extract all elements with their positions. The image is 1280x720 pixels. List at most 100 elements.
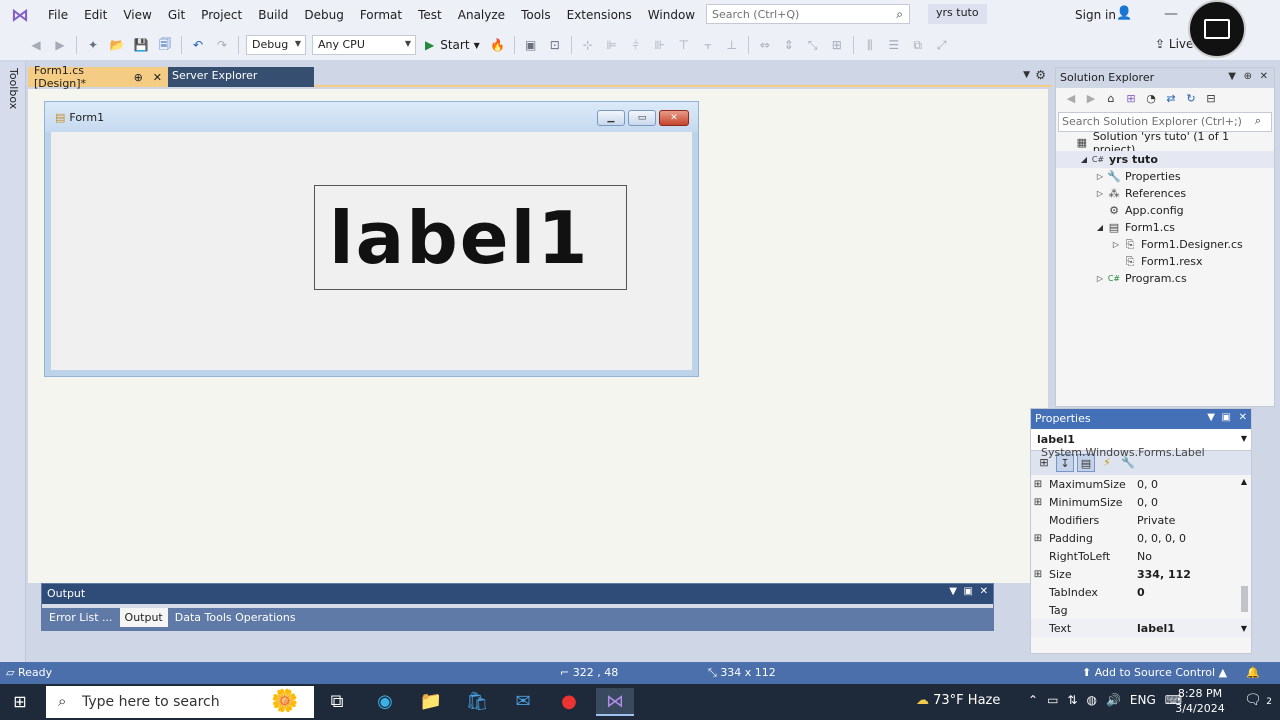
scroll-thumb[interactable] bbox=[1240, 586, 1248, 612]
property-value[interactable]: Private bbox=[1137, 514, 1251, 527]
tree-item[interactable]: ▦ Solution 'yrs tuto' (1 of 1 project) bbox=[1056, 130, 1274, 156]
volume-icon[interactable]: 🔊 bbox=[1106, 693, 1121, 707]
language-indicator[interactable]: ENG bbox=[1130, 693, 1156, 707]
platform-select[interactable]: Any CPU ▼ bbox=[312, 35, 416, 55]
forward-icon[interactable]: ▶ bbox=[1082, 90, 1100, 108]
close-icon[interactable]: ✕ bbox=[1260, 71, 1268, 82]
live-share-button[interactable]: ⇪ Live bbox=[1155, 37, 1193, 51]
switch-views-icon[interactable]: ⊞ bbox=[1122, 90, 1140, 108]
menu-window[interactable]: Window bbox=[640, 0, 703, 30]
expand-toggle-icon[interactable]: ◢ bbox=[1094, 223, 1106, 232]
property-value[interactable]: 334, 112 bbox=[1137, 568, 1251, 581]
notifications-bell-icon[interactable]: 🔔 bbox=[1246, 666, 1260, 679]
back-icon[interactable]: ◀ bbox=[27, 36, 45, 54]
property-value[interactable]: 0, 0 bbox=[1137, 496, 1251, 509]
menu-analyze[interactable]: Analyze bbox=[450, 0, 513, 30]
close-icon[interactable]: ✕ bbox=[980, 586, 988, 597]
expand-icon[interactable]: ⊞ bbox=[1031, 569, 1045, 580]
property-row-righttoleft[interactable]: RightToLeft No bbox=[1031, 547, 1251, 565]
notification-center-icon[interactable]: 🗨 2 bbox=[1244, 692, 1272, 708]
menu-edit[interactable]: Edit bbox=[76, 0, 115, 30]
close-icon[interactable]: ✕ bbox=[153, 71, 162, 84]
property-value[interactable]: 0, 0 bbox=[1137, 478, 1251, 491]
expand-toggle-icon[interactable]: ▷ bbox=[1094, 172, 1106, 181]
expand-icon[interactable]: ⊞ bbox=[1031, 533, 1045, 544]
form1-client-area[interactable]: label1 bbox=[51, 132, 692, 370]
taskbar-search-input[interactable]: ⌕ Type here to search 🌼 bbox=[46, 686, 314, 718]
form-maximize-button[interactable]: ▭ bbox=[628, 110, 656, 126]
form-minimize-button[interactable]: ▁ bbox=[597, 110, 625, 126]
toolbox-strip[interactable]: Toolbox bbox=[0, 62, 26, 662]
chevron-up-icon[interactable]: ⌃ bbox=[1028, 693, 1038, 707]
pending-changes-icon[interactable]: ◔ bbox=[1142, 90, 1160, 108]
visual-studio-icon[interactable]: ⋈ bbox=[0, 0, 40, 30]
object-selector[interactable]: label1 System.Windows.Forms.Label ▼ bbox=[1031, 429, 1251, 459]
usb-icon[interactable]: ⇅ bbox=[1067, 693, 1077, 707]
expand-toggle-icon[interactable]: ▷ bbox=[1094, 189, 1106, 198]
align-right-icon[interactable]: ⊪ bbox=[651, 36, 669, 54]
sign-in-link[interactable]: Sign in bbox=[1075, 8, 1116, 22]
property-value[interactable]: 0, 0, 0, 0 bbox=[1137, 532, 1251, 545]
battery-icon[interactable]: ▭ bbox=[1047, 693, 1058, 707]
start-button[interactable]: ▶ Start ▼ bbox=[425, 38, 480, 52]
menu-format[interactable]: Format bbox=[352, 0, 410, 30]
chevron-down-icon[interactable]: ▼ bbox=[1207, 412, 1215, 423]
store-icon[interactable]: 🛍 bbox=[458, 688, 496, 716]
network-icon[interactable]: ◍ bbox=[1086, 693, 1096, 707]
property-row-modifiers[interactable]: Modifiers Private bbox=[1031, 511, 1251, 529]
align-center-icon[interactable]: ⫩ bbox=[627, 36, 645, 54]
form1-window[interactable]: ▤ Form1 ▁ ▭ ✕ label1 bbox=[44, 101, 699, 377]
mail-icon[interactable]: ✉ bbox=[504, 688, 542, 716]
align-top-icon[interactable]: ⊤ bbox=[675, 36, 693, 54]
add-to-source-control-button[interactable]: ⬆ Add to Source Control ▲ bbox=[1082, 666, 1227, 679]
tree-item[interactable]: ▷ C# Program.cs bbox=[1056, 270, 1274, 287]
align-bottom-icon[interactable]: ⊥ bbox=[723, 36, 741, 54]
tree-item[interactable]: ⚙ App.config bbox=[1056, 202, 1274, 219]
back-icon[interactable]: ◀ bbox=[1062, 90, 1080, 108]
property-row-tabindex[interactable]: TabIndex 0 bbox=[1031, 583, 1251, 601]
windows-start-icon[interactable]: ⊞ bbox=[10, 692, 30, 712]
property-row-maximumsize[interactable]: ⊞ MaximumSize 0, 0 bbox=[1031, 475, 1251, 493]
edge-icon[interactable]: ◉ bbox=[366, 688, 404, 716]
collapse-all-icon[interactable]: ⊟ bbox=[1202, 90, 1220, 108]
expand-toggle-icon[interactable]: ▷ bbox=[1094, 274, 1106, 283]
chevron-down-icon[interactable]: ▼ bbox=[949, 586, 957, 597]
scrollbar[interactable]: ▲ ▼ bbox=[1239, 477, 1249, 647]
expand-icon[interactable]: ⊞ bbox=[1031, 497, 1045, 508]
tab-error-list[interactable]: Error List ... bbox=[44, 608, 118, 627]
align-middle-icon[interactable]: ⫟ bbox=[699, 36, 717, 54]
maximize-icon[interactable]: ▣ bbox=[1222, 412, 1231, 423]
same-height-icon[interactable]: ⇕ bbox=[780, 36, 798, 54]
grid-size-icon[interactable]: ⊞ bbox=[828, 36, 846, 54]
tab-order-icon[interactable]: ⤢ bbox=[933, 36, 951, 54]
same-width-icon[interactable]: ⇔ bbox=[756, 36, 774, 54]
new-project-icon[interactable]: ✦ bbox=[84, 36, 102, 54]
tree-item[interactable]: ▷ ⁂ References bbox=[1056, 185, 1274, 202]
menu-view[interactable]: View bbox=[115, 0, 159, 30]
file-explorer-icon[interactable]: 📁 bbox=[412, 688, 450, 716]
tab-output[interactable]: Output bbox=[119, 608, 168, 627]
tree-item[interactable]: ⎘ Form1.resx bbox=[1056, 253, 1274, 270]
menu-build[interactable]: Build bbox=[250, 0, 296, 30]
designer-surface[interactable]: ▤ Form1 ▁ ▭ ✕ label1 bbox=[28, 89, 1048, 583]
obs-recorder-icon[interactable]: ● bbox=[550, 688, 588, 716]
property-value[interactable]: 0 bbox=[1137, 586, 1251, 599]
tab-form1-design[interactable]: Form1.cs [Design]* ⊕ ✕ bbox=[28, 64, 168, 90]
property-row-tag[interactable]: Tag bbox=[1031, 601, 1251, 619]
search-input[interactable]: Search (Ctrl+Q) ⌕ bbox=[706, 4, 910, 24]
undo-icon[interactable]: ↶ bbox=[189, 36, 207, 54]
pin-icon[interactable]: ⊕ bbox=[1244, 71, 1252, 82]
property-value[interactable]: No bbox=[1137, 550, 1251, 563]
expand-icon[interactable]: ⊞ bbox=[1031, 479, 1045, 490]
align-grid-icon[interactable]: ⊹ bbox=[579, 36, 597, 54]
tree-item[interactable]: ◢ C# yrs tuto bbox=[1056, 151, 1274, 168]
menu-git[interactable]: Git bbox=[160, 0, 193, 30]
weather-widget[interactable]: ☁ 73°F Haze bbox=[916, 693, 1000, 708]
tab-server-explorer[interactable]: Server Explorer bbox=[168, 67, 314, 87]
tree-item[interactable]: ▷ 🔧 Properties bbox=[1056, 168, 1274, 185]
redo-icon[interactable]: ↷ bbox=[213, 36, 231, 54]
tree-item[interactable]: ▷ ⎘ Form1.Designer.cs bbox=[1056, 236, 1274, 253]
user-icon[interactable]: 👤 bbox=[1116, 6, 1132, 21]
task-view-icon[interactable]: ⧉ bbox=[318, 688, 356, 716]
form-close-button[interactable]: ✕ bbox=[659, 110, 689, 126]
